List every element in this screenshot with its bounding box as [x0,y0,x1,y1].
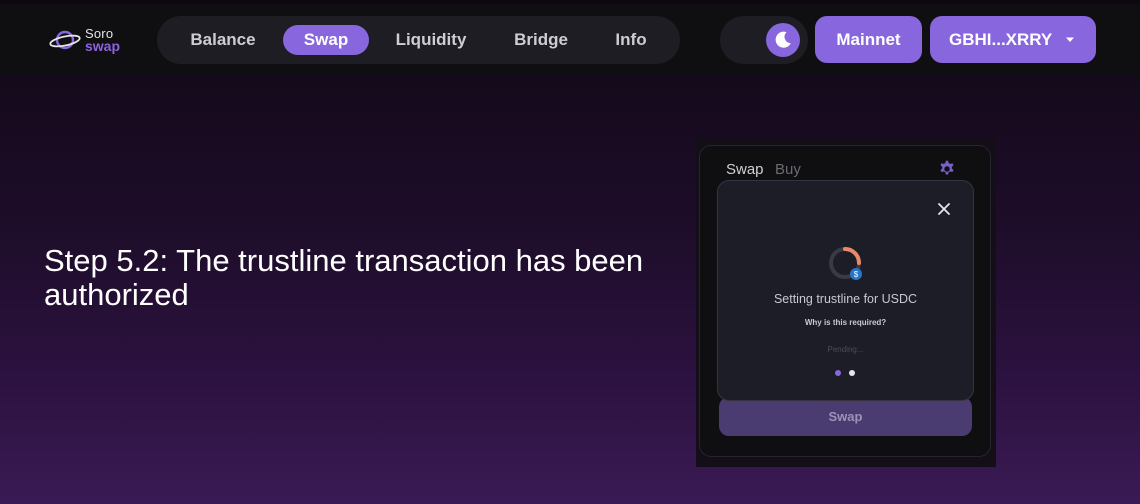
swap-button[interactable]: Swap [719,397,972,436]
nav-info[interactable]: Info [597,25,665,55]
top-navbar: Soro swap Balance Swap Liquidity Bridge … [0,4,1140,76]
moon-icon [775,31,791,48]
tab-swap[interactable]: Swap [726,161,764,178]
wallet-address: GBHI...XRRY [949,30,1053,49]
close-icon[interactable] [937,202,951,216]
theme-toggle[interactable] [720,16,808,64]
pending-status: Pending... [827,345,864,354]
step-dot [849,370,855,376]
svg-text:$: $ [854,270,859,279]
network-button[interactable]: Mainnet [815,16,922,63]
nav-balance[interactable]: Balance [173,25,273,55]
nav-liquidity[interactable]: Liquidity [379,25,483,55]
step-headline: Step 5.2: The trustline transaction has … [44,243,644,312]
planet-logo-icon [49,30,81,50]
logo-word-swap: swap [85,38,121,54]
gear-icon[interactable] [938,160,956,178]
tab-buy[interactable]: Buy [775,161,801,178]
wallet-button[interactable]: GBHI...XRRY [930,16,1096,63]
why-required-link[interactable]: Why is this required? [717,318,974,327]
nav-bridge[interactable]: Bridge [493,25,589,55]
soroswap-logo[interactable]: Soro swap [48,26,128,56]
main-nav: Balance Swap Liquidity Bridge Info [157,16,680,64]
theme-toggle-knob[interactable] [766,23,800,57]
modal-title: Setting trustline for USDC [773,292,918,306]
loading-spinner-icon: $ [829,247,862,280]
step-dot-active [835,370,841,376]
caret-down-icon [1066,37,1074,42]
trustline-modal [717,180,974,401]
nav-swap[interactable]: Swap [283,25,369,55]
